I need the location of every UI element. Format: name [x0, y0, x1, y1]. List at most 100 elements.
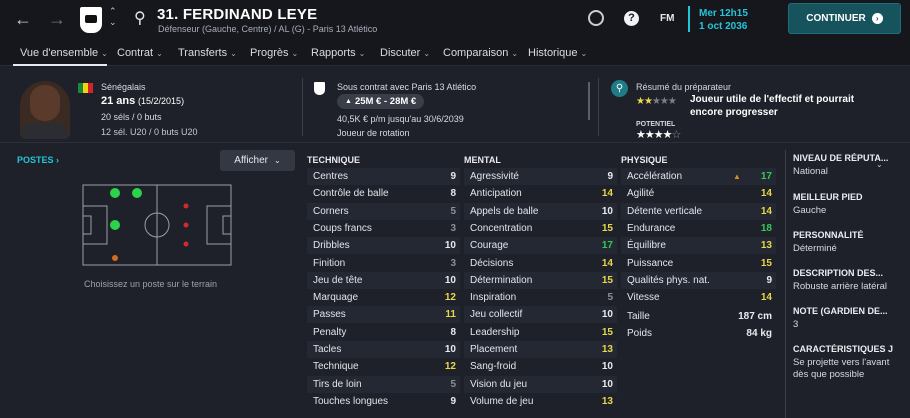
attribute-row[interactable]: Puissance 15 [621, 255, 776, 272]
side-value: Déterminé [793, 243, 837, 254]
attribute-row[interactable]: Concentration 15 [464, 220, 617, 237]
attribute-row[interactable]: Touches longues 9 [307, 393, 460, 410]
positions-link[interactable]: POSTES › [17, 155, 59, 165]
attribute-value: 9 [450, 171, 456, 182]
attribute-row[interactable]: Technique 12 [307, 358, 460, 375]
chevron-up-down-icon[interactable]: ⌃ ⌄ [109, 6, 117, 28]
tab-vue-ensemble[interactable]: Vue d'ensemble ⌄ [20, 47, 108, 59]
attribute-row[interactable]: Jeu collectif 10 [464, 306, 617, 324]
attribute-row[interactable]: Marquage 12 [307, 289, 460, 306]
attribute-name: Détente verticale [627, 205, 703, 217]
weight-value: 84 kg [746, 328, 772, 339]
attribute-row[interactable]: Vitesse 14 [621, 289, 776, 306]
height-label: Taille [627, 311, 650, 322]
chevron-down-icon: ⌄ [230, 49, 237, 58]
attribute-row[interactable]: Tirs de loin 5 [307, 375, 460, 393]
attribute-row[interactable]: Placement 13 [464, 341, 617, 358]
player-avatar [20, 81, 70, 139]
attribute-row[interactable]: Centres 9 [307, 168, 460, 185]
search-icon: ⚲ [611, 80, 628, 97]
continue-button[interactable]: CONTINUER › [788, 3, 901, 34]
tab-comparaison[interactable]: Comparaison ⌄ [443, 47, 518, 59]
attribute-row[interactable]: Détente verticale 14 [621, 202, 776, 220]
attribute-row[interactable]: Décisions 14 [464, 255, 617, 272]
attribute-row[interactable]: Leadership 15 [464, 324, 617, 341]
attribute-row[interactable]: Penalty 8 [307, 324, 460, 341]
pitch-diagram[interactable] [82, 184, 232, 266]
weight-label: Poids [627, 328, 653, 339]
attribute-row[interactable]: Qualités phys. nat. 9 [621, 271, 776, 289]
scrollbar[interactable] [588, 82, 590, 120]
attribute-row[interactable]: Contrôle de balle 8 [307, 185, 460, 202]
continue-label: CONTINUER [806, 13, 866, 24]
attribute-row[interactable]: Agressivité 9 [464, 168, 617, 185]
attribute-name: Vitesse [627, 292, 660, 304]
tab-contrat[interactable]: Contrat ⌄ [117, 47, 163, 59]
attribute-row[interactable]: Sang-froid 10 [464, 358, 617, 375]
fm-menu[interactable]: FM [660, 13, 674, 24]
chevron-down-icon[interactable]: ⌄ [876, 160, 883, 169]
attribute-value: 14 [601, 188, 613, 200]
contract-club: Sous contrat avec Paris 13 Atlético [337, 82, 477, 92]
tab-transferts[interactable]: Transferts ⌄ [178, 47, 237, 59]
attribute-row[interactable]: Corners 5 [307, 202, 460, 220]
tab-discuter[interactable]: Discuter ⌄ [380, 47, 430, 59]
attribute-value: 14 [601, 257, 613, 269]
attribute-row[interactable]: Jeu de tête 10 [307, 271, 460, 289]
attribute-row[interactable]: Courage 17 [464, 237, 617, 255]
globe-icon[interactable] [588, 10, 604, 26]
attribute-row[interactable]: Agilité 14 [621, 185, 776, 202]
side-title: DESCRIPTION DES... [793, 268, 884, 278]
attribute-row[interactable]: Coups francs 3 [307, 220, 460, 237]
tab-progres[interactable]: Progrès ⌄ [250, 47, 298, 59]
contract-wage: 40,5K € p/m jusqu'au 30/6/2039 [337, 114, 464, 124]
chevron-down-icon: ⌄ [156, 49, 163, 58]
attribute-row[interactable]: Équilibre 13 [621, 237, 776, 255]
age-line: 21 ans (15/2/2015) [101, 95, 184, 107]
attribute-value: 15 [601, 274, 613, 286]
attribute-row[interactable]: Vision du jeu 10 [464, 375, 617, 393]
back-arrow-icon[interactable]: ← [14, 9, 32, 30]
tab-historique[interactable]: Historique ⌄ [528, 47, 587, 59]
attribute-row[interactable]: Anticipation 14 [464, 185, 617, 202]
attribute-row[interactable]: Dribbles 10 [307, 237, 460, 255]
attribute-name: Leadership [470, 326, 520, 338]
forward-arrow-icon[interactable]: → [48, 9, 66, 30]
potential-label: POTENTIEL [636, 121, 676, 128]
attribute-value: 9 [450, 395, 456, 407]
attribute-row[interactable]: Inspiration 5 [464, 289, 617, 306]
tab-rapports[interactable]: Rapports ⌄ [311, 47, 365, 59]
attribute-name: Endurance [627, 222, 676, 234]
position-dot-poor [183, 241, 189, 247]
transfer-value-badge[interactable]: ▲ 25M € - 28M € [337, 94, 425, 109]
attribute-name: Centres [313, 171, 349, 182]
attribute-value: 9 [607, 171, 613, 182]
club-crest-icon[interactable] [80, 7, 102, 33]
attribute-name: Inspiration [470, 292, 517, 304]
coach-report-title: Résumé du préparateur [636, 82, 732, 92]
attribute-name: Accélération [627, 171, 683, 182]
attribute-name: Marquage [313, 292, 359, 304]
chevron-down-icon: ⌄ [358, 49, 366, 58]
date-time[interactable]: Mer 12h15 1 oct 2036 [699, 7, 748, 33]
attribute-value: 13 [601, 395, 613, 407]
attribute-row[interactable]: Détermination 15 [464, 271, 617, 289]
search-icon[interactable]: ⚲ [134, 8, 146, 28]
side-title: PERSONNALITÉ [793, 230, 864, 240]
attribute-row[interactable]: Passes 11 [307, 306, 460, 324]
attribute-row[interactable]: Volume de jeu 13 [464, 393, 617, 410]
attribute-value: 5 [450, 378, 456, 390]
position-dot-strong [132, 188, 142, 198]
attribute-value: 11 [445, 309, 456, 321]
attribute-row[interactable]: Accélération 17 [621, 168, 776, 185]
attribute-row[interactable]: Endurance 18 [621, 220, 776, 237]
technique-header: TECHNIQUE [307, 155, 361, 165]
tab-label: Historique [528, 47, 578, 59]
attribute-row[interactable]: Tacles 10 [307, 341, 460, 358]
side-value: National [793, 166, 828, 177]
help-icon[interactable]: ? [624, 11, 639, 26]
attribute-value: 18 [760, 222, 772, 234]
attribute-row[interactable]: Appels de balle 10 [464, 202, 617, 220]
show-dropdown[interactable]: Afficher ⌄ [220, 150, 295, 171]
attribute-row[interactable]: Finition 3 [307, 255, 460, 272]
